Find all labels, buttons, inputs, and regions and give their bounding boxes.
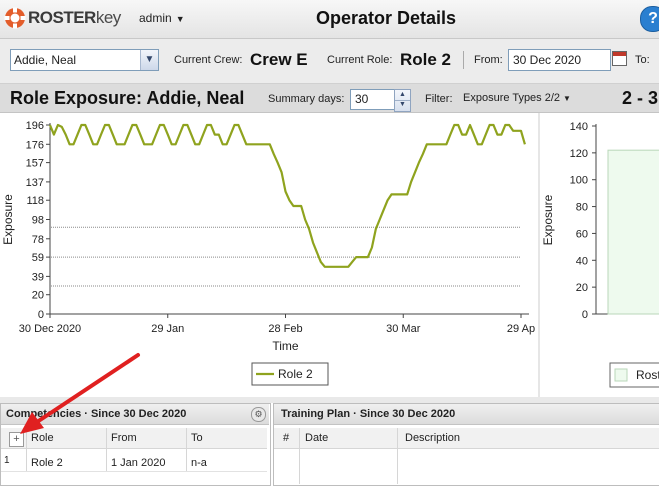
from-date-input[interactable]: 30 Dec 2020 <box>508 49 611 71</box>
y-tick-label: 140 <box>570 121 588 133</box>
from-date-value: 30 Dec 2020 <box>513 53 582 67</box>
page-title: Operator Details <box>316 8 457 28</box>
divider <box>463 51 464 69</box>
x-tick-label: 28 Feb <box>268 323 302 335</box>
y-tick-label: 0 <box>582 309 588 321</box>
operator-select-value: Addie, Neal <box>14 53 77 67</box>
gear-icon[interactable]: ⚙ <box>251 407 266 422</box>
y-axis-label: Exposure <box>1 194 15 245</box>
training-plan-column-header <box>274 428 659 449</box>
y-tick-label: 39 <box>32 271 44 283</box>
filter-label: Filter: <box>425 93 453 105</box>
y-tick-label: 60 <box>576 228 588 240</box>
row-number: 1 <box>4 455 10 466</box>
x-tick-label: 29 Jan <box>151 323 184 335</box>
y-tick-label: 20 <box>576 282 588 294</box>
column-divider <box>397 428 398 484</box>
x-tick-label: 29 Ap <box>507 323 535 335</box>
logo-key: key <box>95 8 121 27</box>
column-header-date[interactable]: Date <box>305 432 328 444</box>
legend-swatch <box>614 368 628 382</box>
column-divider <box>299 428 300 484</box>
legend-label-role-2: Role 2 <box>278 367 313 381</box>
y-tick-label: 40 <box>576 255 588 267</box>
y-tick-label: 196 <box>26 120 44 132</box>
y-tick-label: 59 <box>32 252 44 264</box>
current-crew-value: Crew E <box>250 50 308 69</box>
filter-dropdown[interactable]: Exposure Types 2/2 ▼ <box>463 92 571 104</box>
column-header-to[interactable]: To <box>191 432 203 444</box>
column-header-description[interactable]: Description <box>405 432 460 444</box>
y-tick-label: 176 <box>26 139 44 151</box>
y-tick-label: 0 <box>38 309 44 321</box>
from-date-label: From: <box>474 54 503 66</box>
app-logo: ROSTERkey <box>28 8 121 28</box>
cell-to: n-a <box>191 457 207 469</box>
legend-label: Rost <box>636 368 659 382</box>
x-tick-label: 30 Mar <box>386 323 421 335</box>
y-tick-label: 157 <box>26 158 44 170</box>
current-role-label: Current Role: <box>327 54 393 66</box>
arrow-shaft <box>32 353 140 426</box>
to-date-label: To: <box>635 54 650 66</box>
cell-from: 1 Jan 2020 <box>111 457 166 469</box>
operator-select[interactable]: Addie, Neal ▼ <box>10 49 159 71</box>
chevron-down-icon[interactable]: ▼ <box>140 50 158 70</box>
summary-days-value: 30 <box>355 92 369 106</box>
y-tick-label: 80 <box>576 202 588 214</box>
help-icon[interactable]: ? <box>640 6 659 32</box>
training-plan-title: Training Plan · Since 30 Dec 2020 <box>281 408 456 420</box>
summary-days-label: Summary days: <box>268 93 345 105</box>
y-tick-label: 98 <box>32 215 44 227</box>
y-tick-label: 120 <box>570 148 588 160</box>
bar <box>607 149 659 315</box>
y-tick-label: 100 <box>570 175 588 187</box>
role-exposure-bar-chart: 0 20 40 60 80 100 120 140 Exposure Rost <box>540 113 659 397</box>
y-tick-label: 137 <box>26 177 44 189</box>
y-tick-label: 20 <box>32 290 44 302</box>
cell-role: Role 2 <box>31 457 63 469</box>
user-menu-label: admin <box>139 11 172 25</box>
rosterkey-logo-icon <box>4 7 26 29</box>
y-tick-label: 118 <box>26 195 44 207</box>
calendar-icon[interactable] <box>612 51 627 66</box>
logo-roster: ROSTER <box>28 8 96 27</box>
spin-down-icon[interactable]: ▼ <box>395 100 410 110</box>
annotation-arrow-icon <box>20 353 140 434</box>
filter-dropdown-value: Exposure Types 2/2 <box>463 92 561 104</box>
y-axis-label: Exposure <box>541 194 555 245</box>
current-role-value: Role 2 <box>400 50 452 69</box>
y-tick-label: 78 <box>32 234 44 246</box>
caret-down-icon: ▼ <box>175 14 185 24</box>
x-axis-label: Time <box>272 339 299 353</box>
caret-down-icon: ▼ <box>563 94 571 103</box>
arrow-head <box>20 412 44 434</box>
summary-days-input[interactable]: 30 <box>350 89 395 110</box>
user-menu[interactable]: admin ▼ <box>139 11 185 25</box>
current-crew-label: Current Crew: <box>174 54 243 66</box>
series-line-role-2 <box>48 123 526 268</box>
x-tick-label: 30 Dec 2020 <box>19 323 81 335</box>
column-header-number[interactable]: # <box>283 432 289 444</box>
right-panel-title: 2 - 3 <box>622 88 659 108</box>
section-title: Role Exposure: Addie, Neal <box>10 88 245 108</box>
summary-days-stepper[interactable]: ▲ ▼ <box>394 89 411 112</box>
